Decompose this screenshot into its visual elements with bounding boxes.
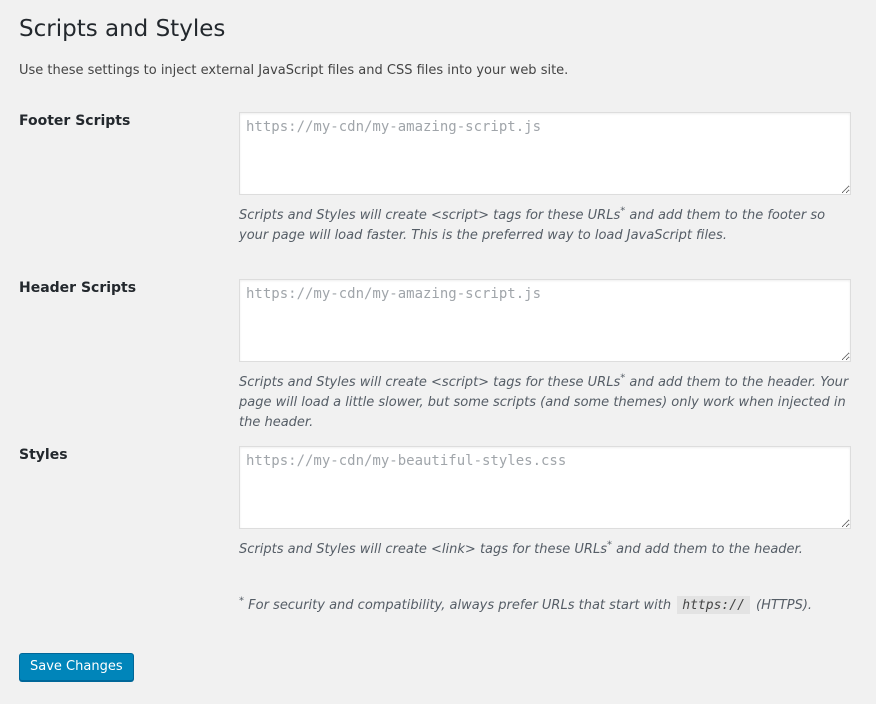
- security-footnote: * For security and compatibility, always…: [239, 596, 854, 616]
- footer-scripts-textarea[interactable]: [239, 112, 851, 195]
- footer-scripts-label: Footer Scripts: [19, 113, 131, 129]
- styles-description-text: Scripts and Styles will create <link> ta…: [239, 542, 607, 557]
- styles-description: Scripts and Styles will create <link> ta…: [239, 540, 854, 560]
- save-changes-button[interactable]: Save Changes: [19, 653, 134, 681]
- styles-label: Styles: [19, 447, 68, 463]
- header-scripts-label: Header Scripts: [19, 280, 137, 296]
- footer-scripts-description-text: Scripts and Styles will create <script> …: [239, 208, 621, 223]
- page-title: Scripts and Styles: [19, 16, 226, 42]
- header-scripts-description-text: Scripts and Styles will create <script> …: [239, 375, 621, 390]
- styles-description-rest: and add them to the header.: [611, 542, 803, 557]
- footer-scripts-description: Scripts and Styles will create <script> …: [239, 206, 854, 246]
- styles-textarea[interactable]: [239, 446, 851, 529]
- security-footnote-text: For security and compatibility, always p…: [244, 598, 676, 613]
- header-scripts-textarea[interactable]: [239, 279, 851, 362]
- page-intro: Use these settings to inject external Ja…: [19, 63, 569, 78]
- header-scripts-description: Scripts and Styles will create <script> …: [239, 373, 854, 433]
- settings-page: Scripts and Styles Use these settings to…: [0, 0, 876, 704]
- https-code: https://: [677, 596, 750, 614]
- security-footnote-rest: (HTTPS).: [751, 598, 813, 613]
